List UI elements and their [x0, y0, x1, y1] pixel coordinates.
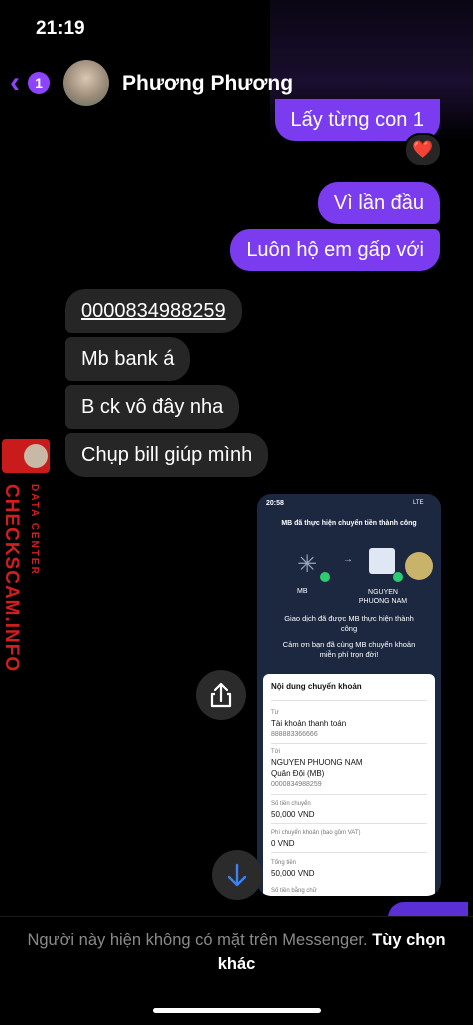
share-button[interactable] — [196, 670, 246, 720]
to-number: 0000834988259 — [271, 781, 322, 788]
back-chevron-icon[interactable]: ‹ — [10, 68, 20, 98]
to-bank: Quân Đội (MB) — [271, 769, 325, 778]
total-value: 50,000 VND — [271, 869, 315, 878]
scroll-to-bottom-button[interactable] — [212, 850, 262, 900]
outgoing-message[interactable]: Vì lần đầu — [317, 182, 440, 224]
share-icon — [210, 682, 232, 708]
status-time: 21:19 — [36, 18, 85, 39]
shared-screenshot-image[interactable]: 20:58 LTE MB đã thực hiện chuyển tiền th… — [257, 494, 441, 896]
transfer-details-card: Nội dung chuyển khoản Từ Tài khoản thanh… — [263, 674, 435, 896]
arrow-down-icon — [227, 863, 247, 887]
watermark-title: CHECKSCAM.INFO — [1, 484, 22, 673]
success-message: Giao dịch đã được MB thực hiện thành côn… — [284, 614, 414, 633]
from-account: Tài khoản thanh toán — [271, 719, 347, 728]
outgoing-message[interactable]: Luôn hộ em gấp với — [230, 229, 440, 271]
from-number: 888883366666 — [271, 731, 318, 738]
thanks-message: Cảm ơn bạn đã cùng MB chuyển khoản miễn … — [282, 640, 416, 659]
total-label: Tổng tiền — [271, 860, 297, 866]
mascot-icon — [405, 552, 433, 580]
mb-logo-icon: ✳ — [297, 551, 318, 578]
unread-count-badge[interactable]: 1 — [28, 72, 50, 94]
incoming-message[interactable]: Chụp bill giúp mình — [65, 433, 269, 477]
check-icon — [393, 572, 403, 582]
watermark-subtitle: DATA CENTER — [29, 484, 40, 576]
card-title: Nội dung chuyển khoản — [271, 682, 362, 691]
offline-notice-text: Người này hiện không có mặt trên Messeng… — [27, 931, 368, 949]
heart-reaction[interactable]: ❤️ — [404, 133, 442, 167]
fee-label: Phí chuyển khoản (bao gồm VAT) — [271, 830, 361, 836]
amount-value: 50,000 VND — [271, 810, 315, 819]
amount-label: Số tiền chuyển — [271, 801, 311, 807]
home-indicator[interactable] — [153, 1008, 321, 1013]
to-name: NGUYEN PHUONG NAM — [271, 758, 363, 767]
offline-notice: Người này hiện không có mặt trên Messeng… — [20, 928, 453, 976]
screenshot-time: 20:58 — [266, 500, 284, 507]
screenshot-heading: MB đã thực hiện chuyển tiền thành công — [281, 520, 417, 527]
check-icon — [320, 572, 330, 582]
from-bank-name: MB — [297, 588, 308, 595]
recipient-icon — [369, 548, 395, 574]
arrow-icon: → — [343, 554, 353, 565]
words-label: Số tiền bằng chữ — [271, 888, 317, 894]
fee-value: 0 VND — [271, 839, 295, 848]
from-label: Từ — [271, 710, 279, 716]
contact-avatar[interactable] — [63, 60, 109, 106]
screenshot-network: LTE — [413, 500, 424, 506]
recipient-name: NGUYEN PHUONG NAM — [358, 589, 408, 605]
to-label: Tới — [271, 749, 280, 755]
contact-name[interactable]: Phương Phương — [122, 72, 293, 96]
watermark-avatar — [24, 444, 48, 468]
incoming-message[interactable]: Mb bank á — [65, 337, 191, 381]
incoming-message-account-number[interactable]: 0000834988259 — [65, 289, 242, 333]
incoming-message[interactable]: B ck vô đây nha — [65, 385, 240, 429]
